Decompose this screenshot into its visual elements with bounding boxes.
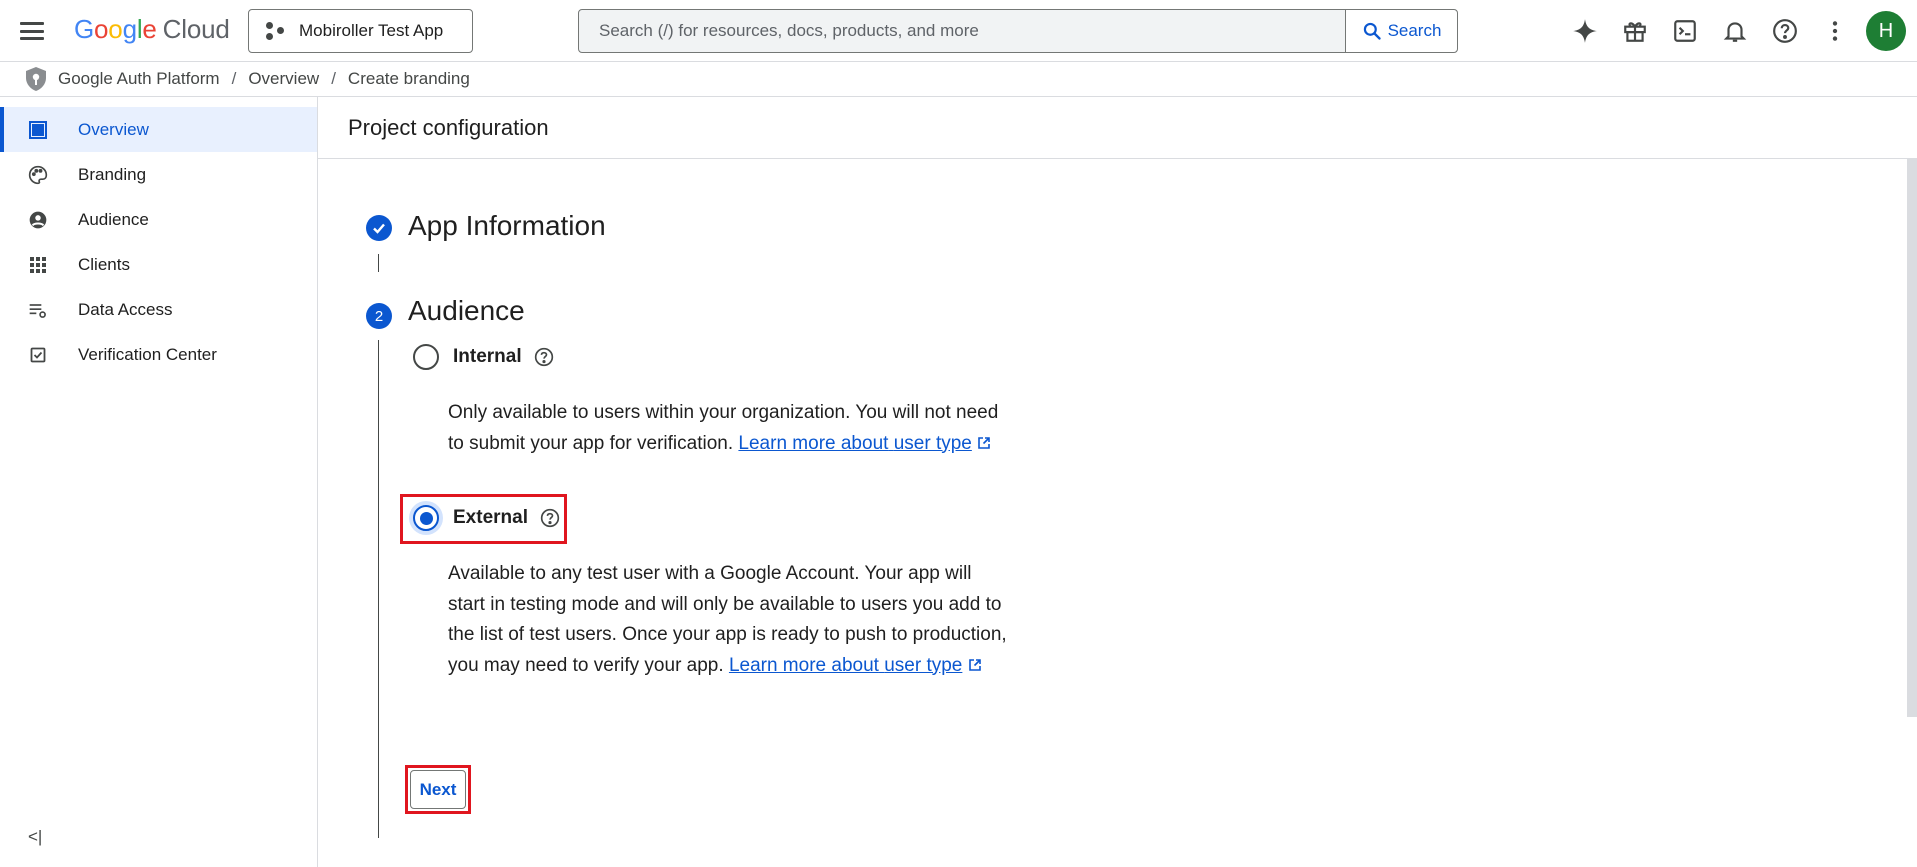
shield-icon — [26, 67, 46, 91]
open-in-new-icon — [978, 437, 990, 450]
search-input[interactable] — [579, 10, 1345, 52]
sidebar-item-label: Overview — [78, 119, 149, 139]
search-button-label: Search — [1387, 21, 1442, 40]
sidebar-item-label: Data Access — [78, 299, 173, 319]
breadcrumb-overview[interactable]: Overview — [248, 69, 319, 89]
breadcrumb-separator: / — [331, 69, 336, 88]
sidebar: Overview Branding Audience Clients Data … — [0, 97, 318, 867]
link-text: user type — [884, 654, 963, 676]
radio-option-external[interactable]: External — [413, 505, 560, 531]
step-number-badge: 2 — [366, 303, 392, 329]
radio-external[interactable] — [413, 505, 439, 531]
breadcrumb-create-branding: Create branding — [347, 69, 470, 88]
step-title-audience: Audience — [408, 295, 525, 326]
radio-label-external: External — [453, 507, 528, 528]
sidebar-item-overview[interactable]: Overview — [0, 107, 317, 152]
open-in-new-icon — [968, 659, 981, 672]
main-content: Project configuration App Information 2 … — [318, 97, 1917, 867]
external-description: Available to any test user with a Google… — [448, 559, 1013, 681]
main-menu-button[interactable] — [18, 18, 46, 44]
account-circle-icon — [28, 210, 48, 230]
dashboard-icon — [28, 120, 48, 140]
apps-grid-icon — [28, 255, 48, 275]
sidebar-item-label: Audience — [78, 209, 149, 229]
link-text: user type — [893, 432, 972, 454]
step-complete-check-icon — [366, 215, 392, 241]
help-circle-icon[interactable] — [534, 347, 554, 367]
search-button[interactable]: Search — [1345, 10, 1457, 52]
project-picker-button[interactable]: Mobiroller Test App — [248, 9, 473, 53]
notifications-icon[interactable] — [1710, 6, 1760, 56]
gift-icon[interactable] — [1610, 6, 1660, 56]
step-connector — [378, 340, 379, 838]
step-connector — [378, 254, 379, 272]
palette-icon — [28, 165, 48, 185]
more-vert-icon[interactable] — [1810, 6, 1860, 56]
project-name: Mobiroller Test App — [299, 21, 444, 40]
project-icon — [265, 20, 287, 42]
learn-more-user-type-link[interactable]: Learn more about user type — [738, 433, 971, 454]
link-text: Learn more about — [728, 654, 879, 676]
internal-description: Only available to users within your orga… — [448, 398, 1018, 459]
step-title-app-information[interactable]: App Information — [408, 210, 606, 242]
avatar[interactable]: H — [1866, 11, 1906, 51]
sidebar-item-label: Verification Center — [78, 344, 217, 364]
next-button[interactable]: Next — [410, 770, 466, 809]
scrollbar[interactable] — [1907, 159, 1917, 717]
learn-more-user-type-link[interactable]: Learn more about user type — [729, 655, 962, 676]
link-text: Learn more about — [738, 432, 889, 454]
search-bar: Search — [578, 9, 1458, 53]
sidebar-item-label: Clients — [78, 254, 130, 274]
collapse-sidebar-button[interactable]: <| — [28, 827, 42, 847]
sidebar-item-audience[interactable]: Audience — [0, 197, 317, 242]
help-circle-icon[interactable] — [540, 508, 560, 528]
page-title: Project configuration — [318, 97, 1917, 159]
radio-option-internal[interactable]: Internal — [413, 344, 554, 370]
radio-internal[interactable] — [413, 344, 439, 370]
data-settings-icon — [28, 300, 48, 320]
gemini-sparkle-icon[interactable] — [1560, 6, 1610, 56]
breadcrumb: Google Auth Platform / Overview / Create… — [0, 62, 1917, 97]
cloud-shell-icon[interactable] — [1660, 6, 1710, 56]
sidebar-item-branding[interactable]: Branding — [0, 152, 317, 197]
help-icon[interactable] — [1760, 6, 1810, 56]
sidebar-item-verification-center[interactable]: Verification Center — [0, 332, 317, 377]
google-cloud-logo[interactable]: Google Cloud — [74, 14, 230, 45]
radio-label-internal: Internal — [453, 346, 522, 367]
sidebar-item-label: Branding — [78, 164, 147, 184]
sidebar-item-data-access[interactable]: Data Access — [0, 287, 317, 332]
breadcrumb-separator: / — [231, 69, 237, 88]
breadcrumb-auth-platform[interactable]: Google Auth Platform — [58, 69, 220, 89]
checkbox-icon — [28, 345, 48, 365]
sidebar-item-clients[interactable]: Clients — [0, 242, 317, 287]
logo-cloud-text: Cloud — [162, 14, 230, 44]
search-icon — [1363, 22, 1381, 40]
top-bar: GoogleCloud Mobiroller Test App Search — [0, 0, 1917, 62]
